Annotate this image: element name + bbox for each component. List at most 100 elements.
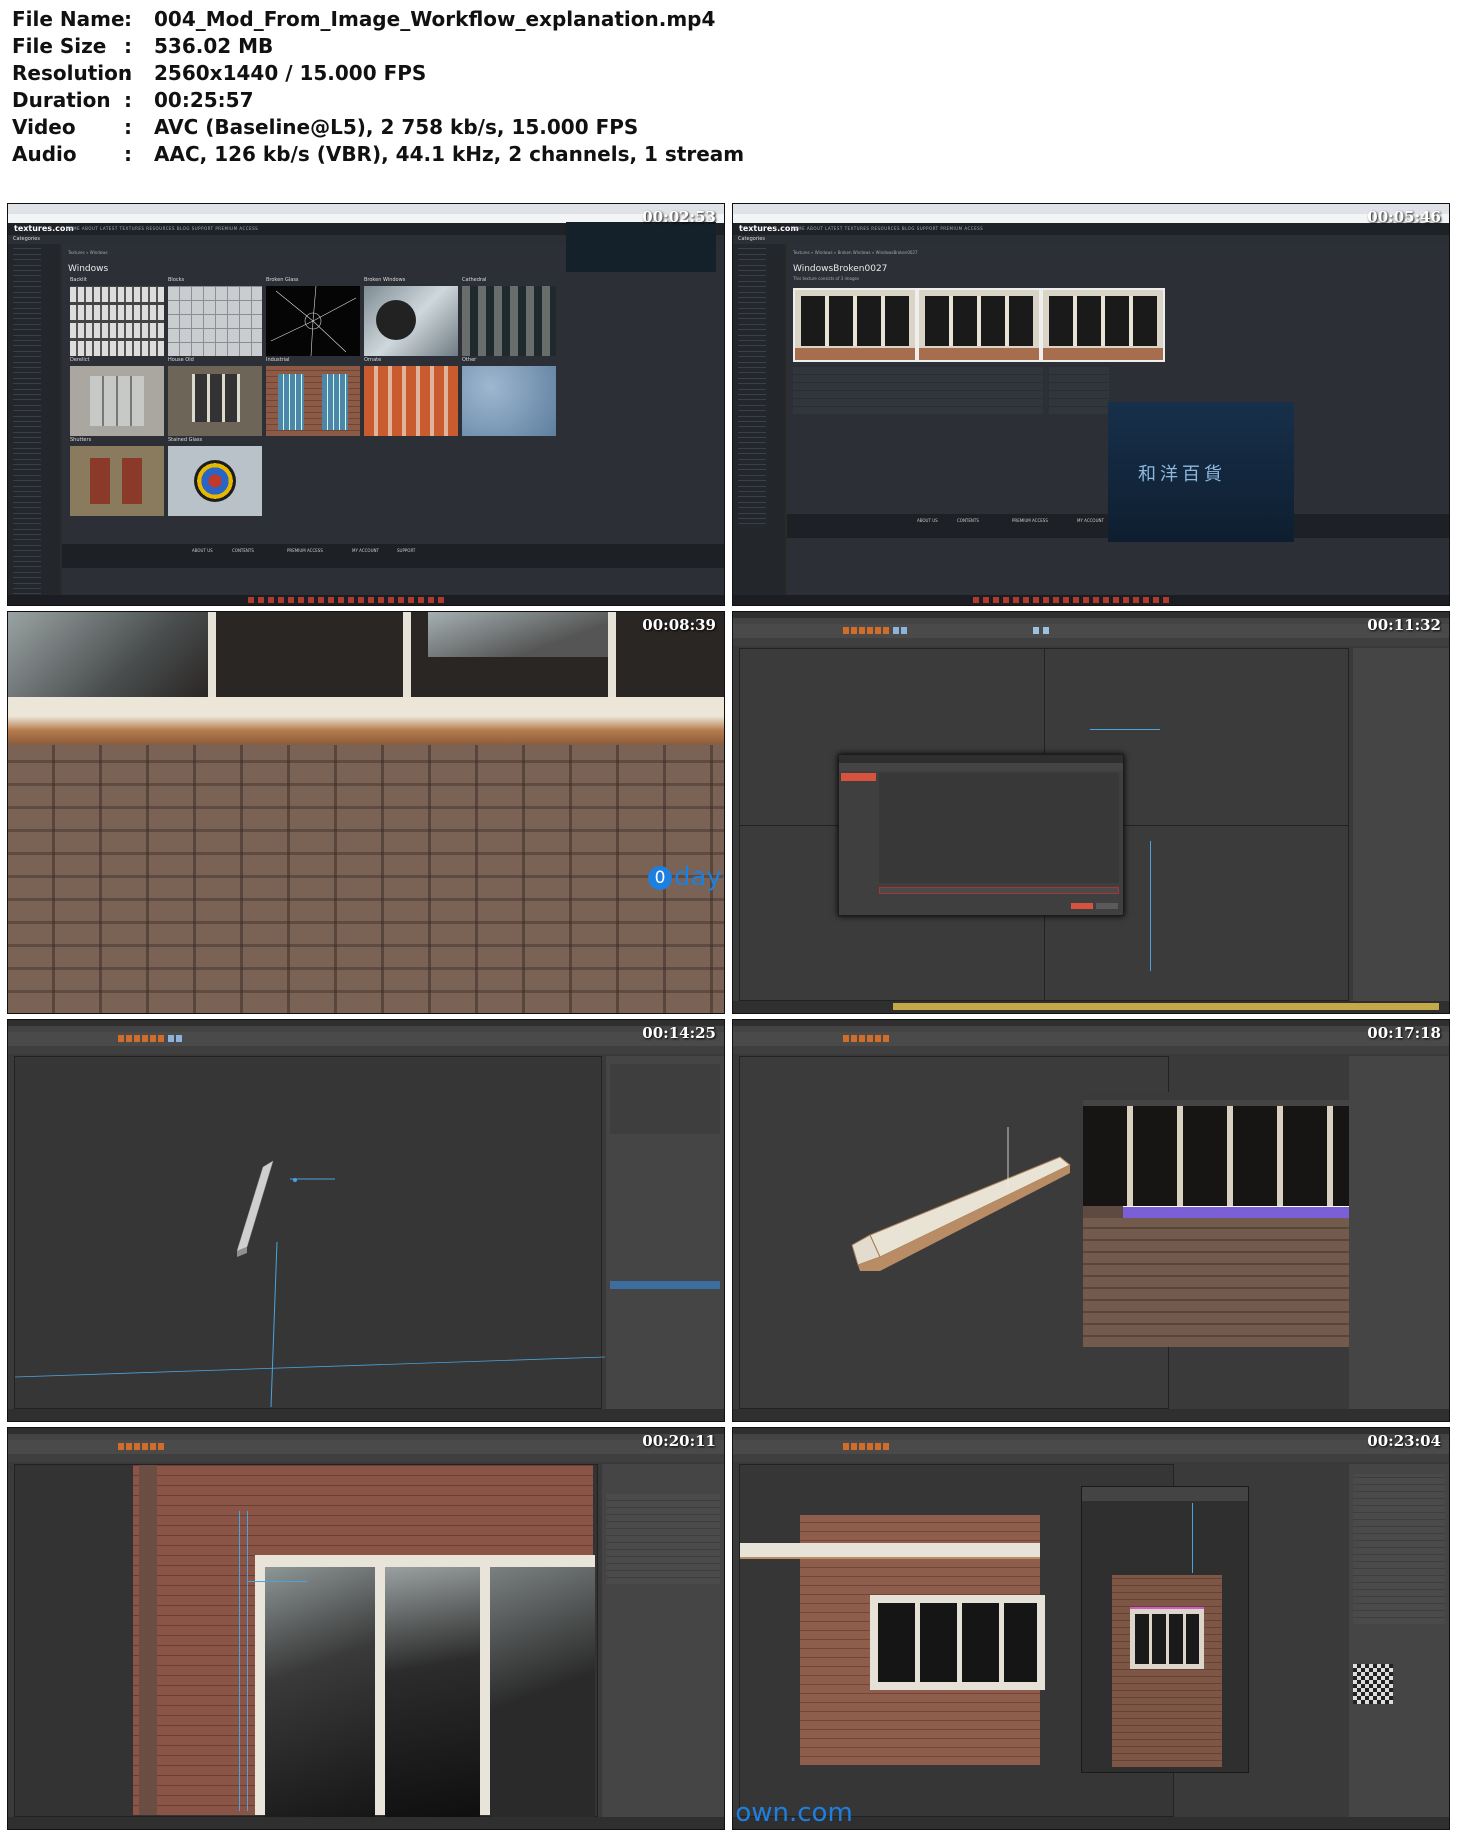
dialog-sidebar-selected[interactable] [841, 773, 876, 781]
info-value: 536.02 MB [154, 34, 274, 58]
texture-tile[interactable]: Cathedral [462, 277, 556, 356]
shelf-toolbar[interactable] [733, 624, 1449, 639]
shelf-tabs[interactable] [733, 1046, 1449, 1054]
texture-image-3[interactable] [1041, 288, 1165, 362]
footer-col: PREMIUM ACCESS [1012, 518, 1048, 523]
info-separator: : [124, 7, 132, 31]
shelf-tabs[interactable] [8, 1046, 724, 1054]
uv-texture-editor[interactable] [1083, 1092, 1357, 1347]
thumbnail-2: 00:05:46 textures.com HOME ABOUT LATEST … [732, 203, 1450, 606]
dialog-filename-field[interactable] [879, 887, 1119, 894]
texture-image-2[interactable] [917, 288, 1041, 362]
channel-box[interactable] [1349, 1056, 1449, 1409]
site-logo[interactable]: textures.com [739, 224, 799, 233]
info-value: 00:25:57 [154, 88, 254, 112]
category-sidebar[interactable] [733, 244, 785, 605]
footer-col: PREMIUM ACCESS [287, 548, 323, 553]
info-value: AAC, 126 kb/s (VBR), 44.1 kHz, 2 channel… [154, 142, 745, 166]
info-separator: : [124, 88, 132, 112]
textured-beam [851, 1127, 1071, 1271]
file-dialog[interactable] [838, 754, 1124, 916]
texture-swatch[interactable] [1353, 1664, 1393, 1704]
texture-tile[interactable]: Other [462, 357, 556, 436]
texture-tile[interactable]: Broken Windows [364, 277, 458, 356]
breadcrumb[interactable]: Textures » Windows » Broken Windows » Wi… [793, 250, 918, 255]
dialog-open-button[interactable] [1071, 903, 1093, 909]
maya-window [733, 1020, 1449, 1421]
dialog-cancel-button[interactable] [1096, 903, 1118, 909]
info-label: Resolution [12, 61, 133, 85]
status-bar [8, 1409, 724, 1421]
shelf-tabs[interactable] [8, 1454, 724, 1462]
footer-col: MY ACCOUNT [1077, 518, 1104, 523]
layer-row-selected[interactable] [610, 1281, 720, 1289]
site-nav[interactable]: HOME ABOUT LATEST TEXTURES RESOURCES BLO… [66, 226, 258, 231]
thumbnail-6: 00:17:18 [732, 1019, 1450, 1422]
status-bar [733, 1409, 1449, 1421]
shelf-toolbar[interactable] [8, 1032, 724, 1047]
maya-window [733, 612, 1449, 1013]
site-navbar: textures.com HOME ABOUT LATEST TEXTURES … [733, 223, 1449, 235]
info-row: File Name:004_Mod_From_Image_Workflow_ex… [12, 6, 744, 33]
texture-tile[interactable]: Broken Glass [266, 277, 360, 356]
channel-box[interactable] [606, 1056, 724, 1409]
texture-tile[interactable]: Industrial [266, 357, 360, 436]
sign-photo-overlay: 和洋百貨 [1108, 402, 1294, 542]
viewport[interactable] [14, 1464, 598, 1817]
texture-image-1[interactable] [793, 288, 917, 362]
viewport[interactable] [14, 1056, 605, 1409]
texture-tile[interactable]: Backlit [70, 277, 164, 356]
timestamp: 00:20:11 [642, 1432, 716, 1450]
info-label: File Size [12, 34, 107, 58]
category-sidebar[interactable] [8, 244, 60, 605]
tile-label: Cathedral [462, 277, 487, 283]
sign-text: 和洋百貨 [1138, 464, 1226, 485]
page-subtitle: This texture consists of 3 images [793, 276, 860, 281]
texture-tile[interactable]: Stained Glass [168, 437, 262, 516]
info-label: Audio [12, 142, 77, 166]
window-openings [8, 612, 724, 697]
site-logo[interactable]: textures.com [14, 224, 74, 233]
dialog-file-list[interactable] [879, 773, 1119, 883]
shelf-tabs[interactable] [733, 638, 1449, 646]
resolution-table[interactable] [1049, 366, 1109, 414]
shelf-tabs[interactable] [733, 1454, 1449, 1462]
footer-col: CONTENTS [957, 518, 979, 523]
info-value: 2560x1440 / 15.000 FPS [154, 61, 427, 85]
tile-label: Shutters [70, 437, 92, 443]
model-beam [740, 1543, 1040, 1559]
site-nav[interactable]: HOME ABOUT LATEST TEXTURES RESOURCES BLO… [791, 226, 983, 231]
breadcrumb[interactable]: Textures » Windows [68, 250, 108, 255]
thumbnail-4: 00:11:32 [732, 611, 1450, 1014]
footer-col: ABOUT US [917, 518, 938, 523]
shelf-toolbar[interactable] [733, 1440, 1449, 1455]
tile-label: Ornate [364, 357, 382, 363]
categories-label: Categories [13, 236, 40, 242]
thumbnail-8: 00:23:04 own.com [732, 1427, 1450, 1830]
footer-col: MY ACCOUNT [352, 548, 379, 553]
shelf-toolbar[interactable] [8, 1440, 724, 1455]
texture-tile[interactable]: Shutters [70, 437, 164, 516]
watermark: 0daydown.com [648, 862, 724, 892]
timestamp: 00:11:32 [1367, 616, 1441, 634]
channel-box[interactable] [1353, 648, 1449, 1001]
timestamp: 00:02:53 [642, 208, 716, 226]
attribute-editor[interactable] [602, 1464, 724, 1817]
page-title: Windows [68, 264, 109, 274]
texture-tile[interactable]: Blocks [168, 277, 262, 356]
broken-glass-graphic [270, 286, 357, 356]
attribute-editor[interactable] [1349, 1464, 1449, 1817]
texture-tile[interactable]: Ornate [364, 357, 458, 436]
tile-label: House Old [168, 357, 194, 363]
category-bar: Categories [733, 235, 1449, 244]
texture-tile[interactable]: Derelict [70, 357, 164, 436]
shelf-toolbar[interactable] [733, 1032, 1449, 1047]
thumbnail-7: 00:20:11 [7, 1427, 725, 1830]
info-label: Video [12, 115, 76, 139]
resolution-table[interactable] [793, 366, 1043, 414]
taskbar [733, 595, 1449, 605]
uv-texture-editor[interactable] [1081, 1486, 1249, 1773]
texture-tile[interactable]: House Old [168, 357, 262, 436]
tile-label: Stained Glass [168, 437, 203, 443]
model-window [870, 1595, 1045, 1690]
